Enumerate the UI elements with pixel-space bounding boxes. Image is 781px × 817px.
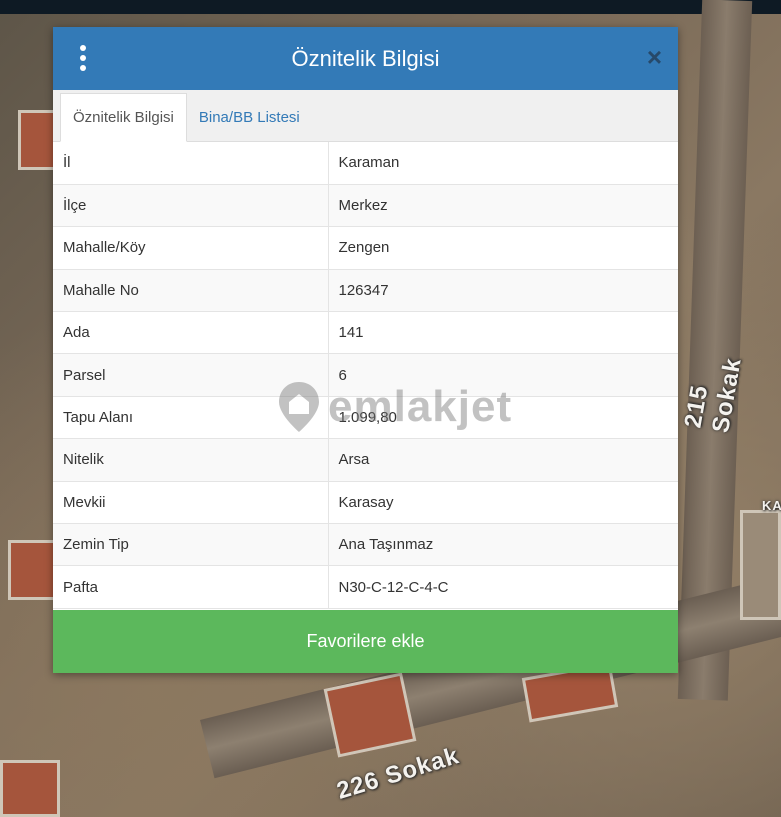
attribute-key: Tapu Alanı [53,396,329,440]
attribute-value: Ana Taşınmaz [328,523,678,567]
table-row: Pafta N30-C-12-C-4-C [53,565,678,609]
attribute-table: İl Karaman İlçe Merkez Mahalle/Köy Zenge… [53,142,678,609]
attribute-key: Nitelik [53,438,329,482]
attribute-value: 141 [328,311,678,355]
attribute-key: Mevkii [53,481,329,525]
attribute-key: Zemin Tip [53,523,329,567]
attribute-key: Pafta [53,565,329,609]
top-bar [0,0,781,14]
table-row: Mevkii Karasay [53,481,678,525]
add-to-favorites-button[interactable]: Favorilere ekle [53,610,678,673]
attribute-value: 6 [328,353,678,397]
street-label-partial: KA [762,498,781,513]
attribute-value: 1.099,80 [328,396,678,440]
table-row: İlçe Merkez [53,184,678,228]
table-row: İl Karaman [53,142,678,185]
tab-bar: Öznitelik Bilgisi Bina/BB Listesi [53,90,678,142]
building-roof [0,760,60,817]
modal-header: Öznitelik Bilgisi × [53,27,678,90]
attribute-value: 126347 [328,269,678,313]
vertical-dots-menu-icon[interactable] [78,45,88,71]
attribute-value: Arsa [328,438,678,482]
attribute-value: N30-C-12-C-4-C [328,565,678,609]
tab-building-list[interactable]: Bina/BB Listesi [187,93,312,141]
tab-attribute-info[interactable]: Öznitelik Bilgisi [60,93,187,142]
table-row: Mahalle No 126347 [53,269,678,313]
attribute-key: İlçe [53,184,329,228]
building-roof [740,510,781,620]
table-row: Tapu Alanı 1.099,80 [53,396,678,440]
attribute-key: Mahalle/Köy [53,226,329,270]
attribute-key: Ada [53,311,329,355]
table-row: Zemin Tip Ana Taşınmaz [53,523,678,567]
table-row: Nitelik Arsa [53,438,678,482]
building-roof [323,672,417,758]
modal-title: Öznitelik Bilgisi [291,45,440,71]
building-roof [8,540,58,600]
attribute-key: İl [53,142,329,185]
close-icon[interactable]: × [647,44,662,70]
attribute-value: Zengen [328,226,678,270]
table-row: Ada 141 [53,311,678,355]
attribute-key: Mahalle No [53,269,329,313]
table-row: Parsel 6 [53,353,678,397]
attribute-key: Parsel [53,353,329,397]
attribute-value: Karasay [328,481,678,525]
table-row: Mahalle/Köy Zengen [53,226,678,270]
attribute-value: Merkez [328,184,678,228]
attribute-value: Karaman [328,142,678,185]
attribute-info-modal: Öznitelik Bilgisi × Öznitelik Bilgisi Bi… [53,27,678,673]
building-roof [18,110,56,170]
